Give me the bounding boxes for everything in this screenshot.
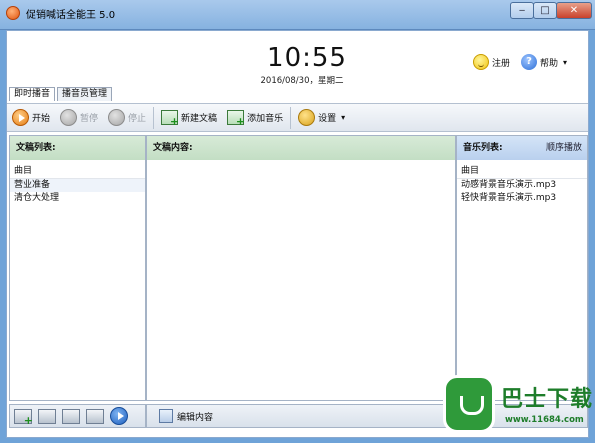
register-link[interactable]: 注册: [473, 53, 510, 71]
clock-date: 2016/08/30，星期二: [260, 76, 344, 86]
brand-logo-icon: [443, 375, 495, 433]
app-icon: [6, 6, 20, 20]
add-music-label: 添加音乐: [247, 114, 284, 124]
register-label: 注册: [492, 58, 511, 69]
delete-script-icon[interactable]: [86, 408, 104, 424]
watermark-url: www.11684.com: [505, 415, 584, 425]
tab-announcer-manage[interactable]: 播音员管理: [57, 87, 113, 101]
script-content-header: 文稿内容:: [147, 136, 455, 160]
import-script-icon[interactable]: [62, 408, 80, 424]
script-actions-bar: [9, 404, 146, 428]
toolbar-divider: [290, 106, 292, 129]
tab-live-broadcast[interactable]: 即时播音: [9, 87, 56, 101]
script-content-panel: 文稿内容:: [146, 135, 456, 401]
list-item[interactable]: 轻快背景音乐演示.mp3: [457, 192, 587, 205]
edit-icon: [159, 409, 173, 423]
add-script-icon[interactable]: [14, 408, 33, 427]
watermark: 巴士下载 www.11684.com: [443, 375, 593, 439]
stop-label: 停止: [128, 114, 147, 124]
new-script-button[interactable]: 新建文稿: [156, 107, 222, 129]
minimize-button[interactable]: ‒: [510, 2, 534, 19]
pause-button[interactable]: 暂停: [55, 107, 103, 129]
play-mode-selector[interactable]: 顺序播放: [546, 136, 582, 160]
script-list-column: 曲目: [10, 160, 145, 179]
edit-script-icon[interactable]: [38, 408, 56, 424]
close-button[interactable]: ✕: [556, 2, 592, 19]
pause-label: 暂停: [80, 114, 99, 124]
music-list-title: 音乐列表:: [463, 143, 503, 153]
list-item[interactable]: 营业准备: [10, 179, 145, 192]
pause-icon: [60, 109, 78, 126]
title-bar: 促销喊话全能王 5.0 ‒ □ ✕: [0, 0, 595, 30]
tab-bar: 即时播音 播音员管理: [7, 87, 113, 101]
help-icon: ?: [521, 54, 537, 70]
help-menu[interactable]: ? 帮助 ▾: [521, 53, 567, 71]
music-list-panel: 音乐列表: 顺序播放 曲目 动感背景音乐演示.mp3 轻快背景音乐演示.mp3: [456, 135, 588, 401]
chevron-down-icon: ▾: [563, 57, 568, 67]
toolbar: 开始 暂停 停止 新建文稿 添加音乐 设置 ▾: [7, 103, 588, 132]
smile-icon: [473, 54, 489, 70]
stop-icon: [108, 109, 126, 126]
list-item[interactable]: 动感背景音乐演示.mp3: [457, 179, 587, 192]
window-title: 促销喊话全能王 5.0: [26, 10, 116, 21]
play-script-icon[interactable]: [110, 407, 128, 425]
list-item[interactable]: 清仓大处理: [10, 192, 145, 205]
chevron-down-icon: ▾: [341, 113, 346, 122]
script-list-header: 文稿列表:: [10, 136, 145, 160]
stop-button[interactable]: 停止: [103, 107, 151, 129]
new-doc-icon: [161, 110, 179, 128]
watermark-brand: 巴士下载: [501, 387, 594, 412]
script-list-panel: 文稿列表: 曲目 营业准备 清仓大处理: [9, 135, 146, 401]
add-music-icon: [227, 110, 245, 128]
help-label: 帮助: [540, 58, 559, 69]
gear-icon: [298, 109, 316, 126]
play-icon: [12, 109, 29, 126]
toolbar-divider: [153, 106, 155, 129]
settings-button[interactable]: 设置 ▾: [293, 107, 350, 129]
maximize-button[interactable]: □: [533, 2, 557, 19]
edit-content-button[interactable]: 编辑内容: [177, 410, 213, 423]
music-list-column: 曲目: [457, 160, 587, 179]
clock-time: 10:55: [267, 43, 347, 73]
music-list-header: 音乐列表: 顺序播放: [457, 136, 587, 160]
start-label: 开始: [32, 114, 51, 124]
settings-label: 设置: [318, 114, 337, 124]
new-script-label: 新建文稿: [181, 114, 218, 124]
start-button[interactable]: 开始: [7, 107, 55, 129]
add-music-button[interactable]: 添加音乐: [222, 107, 288, 129]
